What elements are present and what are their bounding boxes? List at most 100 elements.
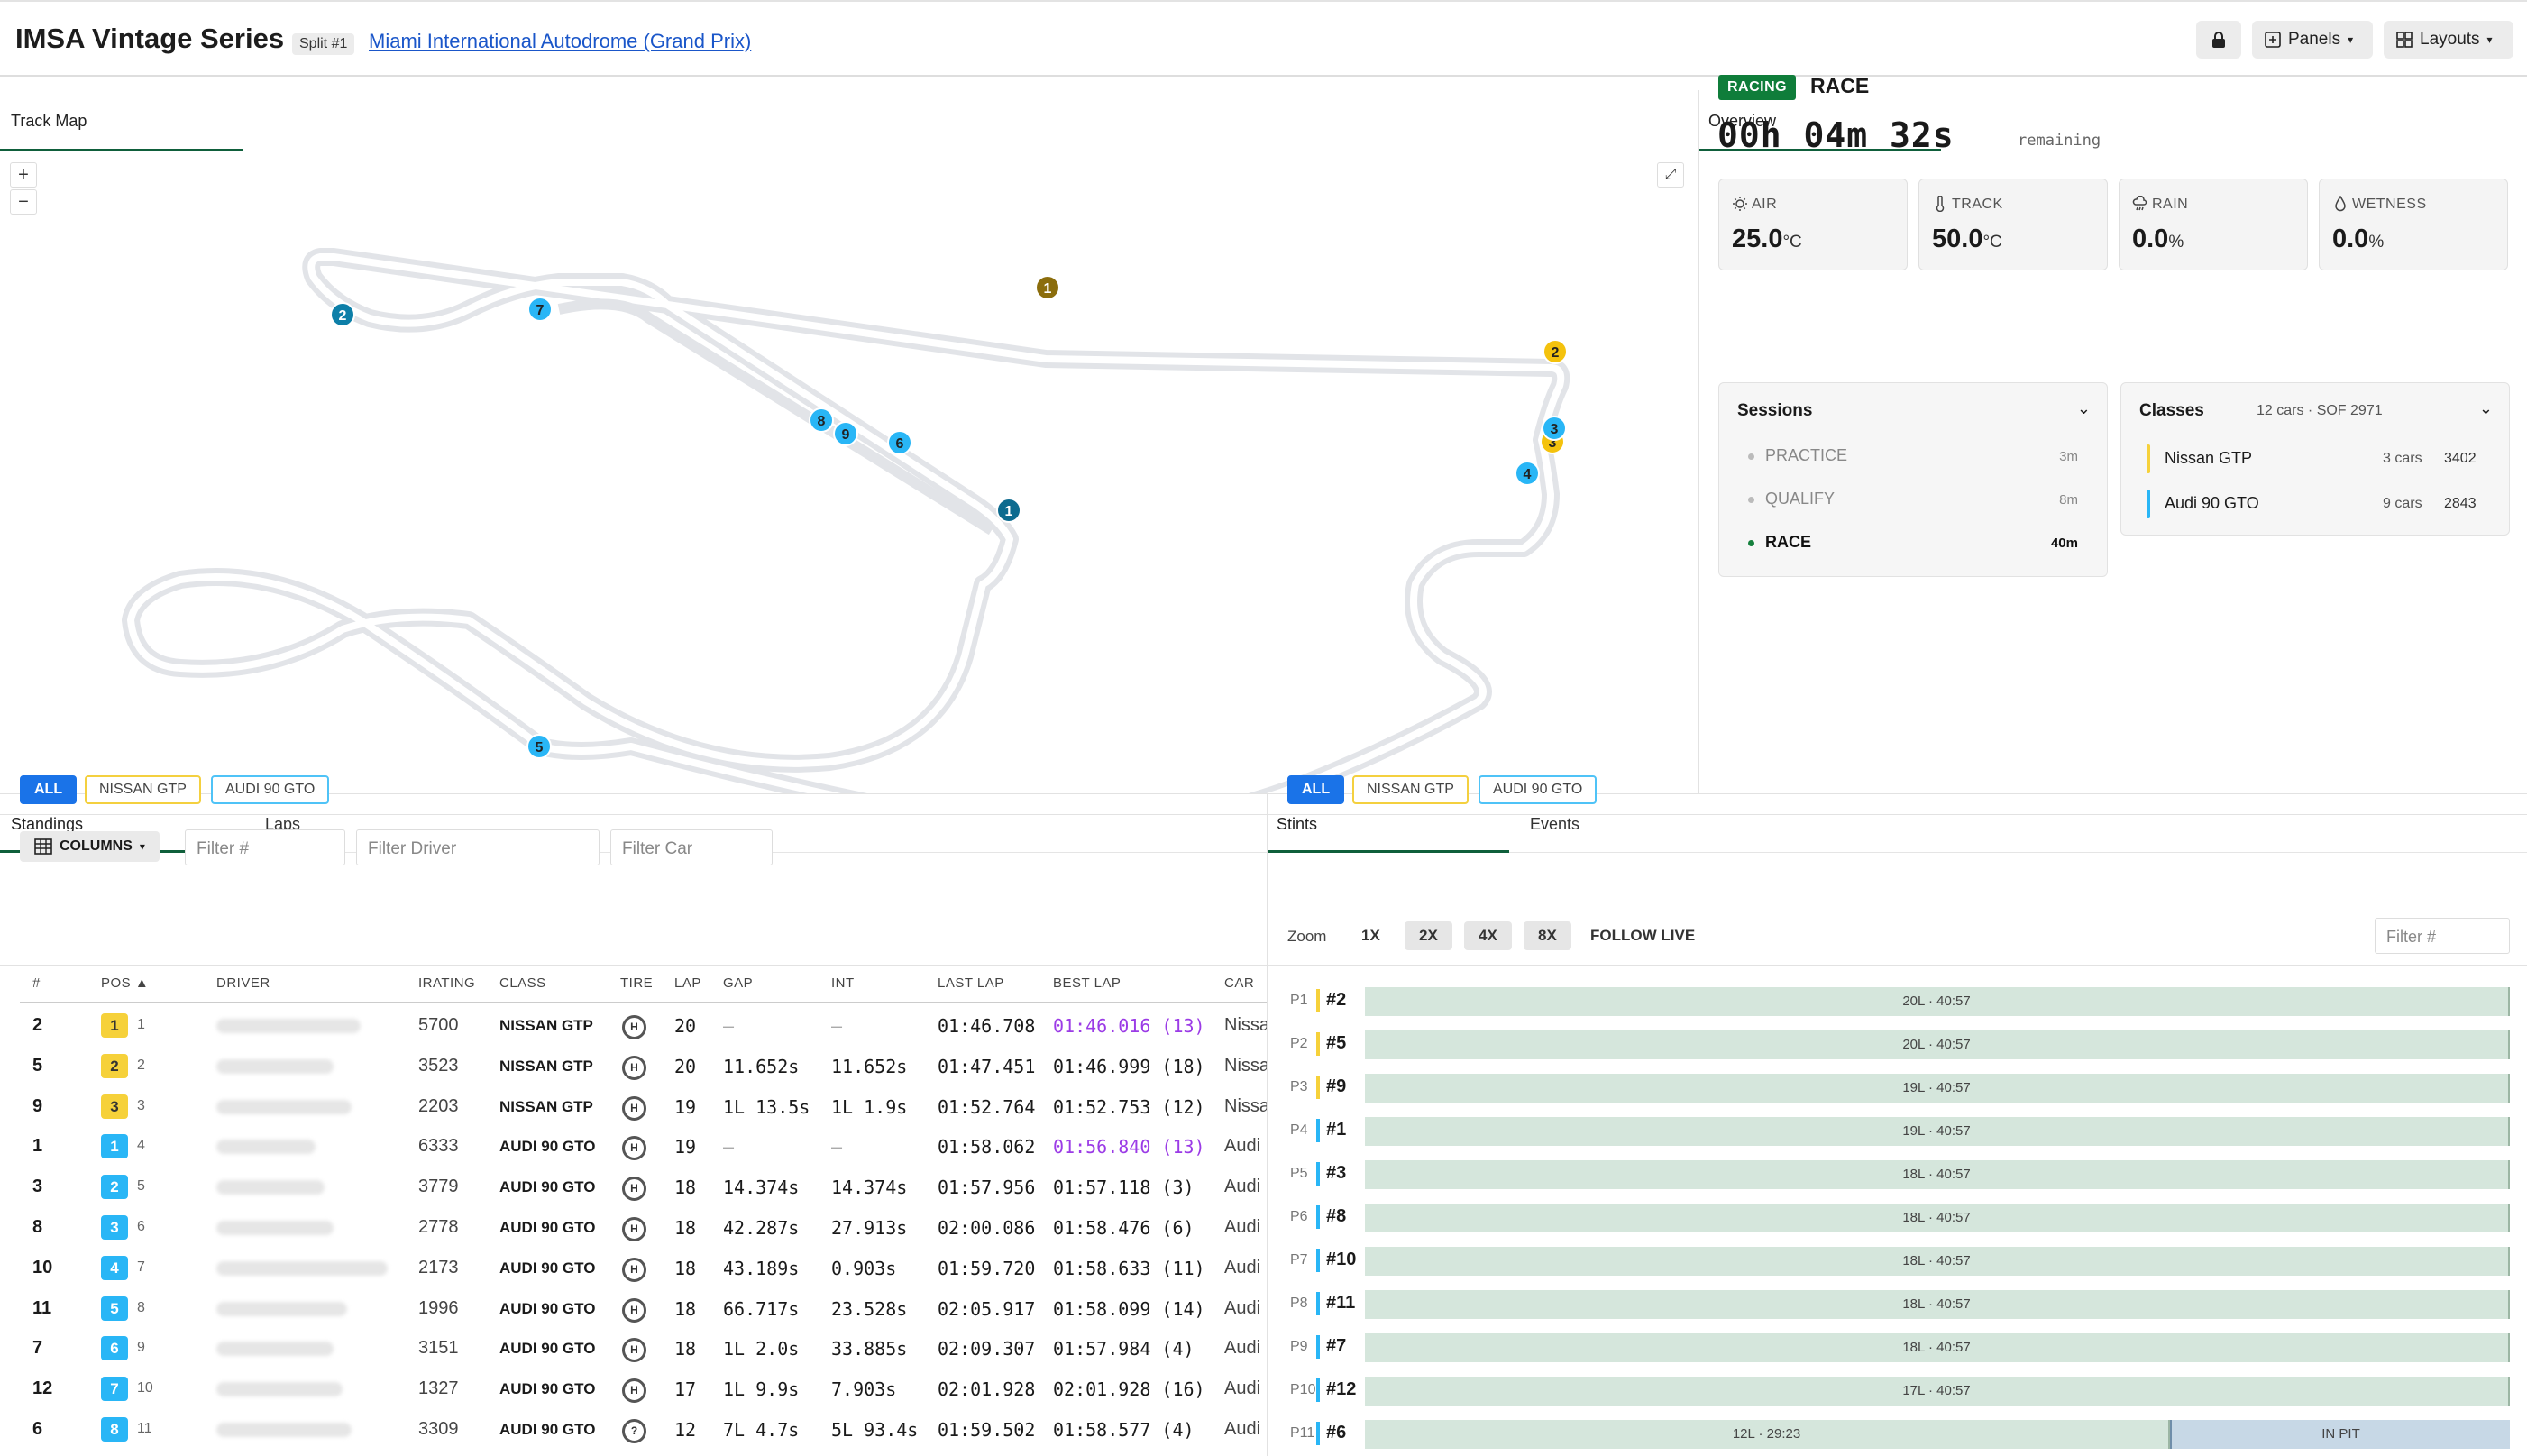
stint-segment[interactable]: 18L · 40:57 xyxy=(1365,1333,2510,1362)
lap-count: 20 xyxy=(674,1055,697,1077)
stints-filter-all[interactable]: ALL xyxy=(1287,775,1345,804)
table-row[interactable]: 3 2 5 3779 AUDI 90 GTO H 18 14.374s 14.374s 01:57… xyxy=(20,1166,1267,1206)
col-pos[interactable]: POS ▲ xyxy=(101,975,149,991)
table-row[interactable]: 2 1 1 5700 NISSAN GTP H 20 — — 01:46.708 01:46.016… xyxy=(20,1004,1267,1045)
col-car[interactable]: CAR xyxy=(1224,975,1254,991)
stint-segment[interactable]: 20L · 40:57 xyxy=(1365,1030,2510,1059)
chevron-down-icon[interactable]: ⌄ xyxy=(2077,399,2091,418)
car-marker[interactable]: 2 xyxy=(1543,339,1568,364)
divider xyxy=(1268,814,2527,815)
session-qualify[interactable]: QUALIFY xyxy=(1748,490,1835,508)
tab-stints[interactable]: Stints xyxy=(1277,815,1317,834)
stint-segment[interactable]: 19L · 40:57 xyxy=(1365,1074,2510,1103)
col-number[interactable]: # xyxy=(32,975,41,991)
stint-car-number: #6 xyxy=(1326,1423,1347,1442)
lap-count: 19 xyxy=(674,1136,697,1158)
rain-card: RAIN 0.0% xyxy=(2119,179,2308,270)
col-lap[interactable]: LAP xyxy=(674,975,701,991)
class-row-nissan[interactable]: Nissan GTP 3 cars 3402 xyxy=(2147,444,2480,473)
stint-row[interactable]: P11 #6 12L · 29:23 IN PIT xyxy=(1286,1415,2512,1451)
stint-row[interactable]: P10 #12 17L · 40:57 xyxy=(1286,1371,2512,1407)
tab-events[interactable]: Events xyxy=(1530,815,1579,834)
zoom-8x[interactable]: 8X xyxy=(1524,921,1571,950)
stint-position: P8 xyxy=(1290,1296,1308,1311)
stint-row[interactable]: P8 #11 18L · 40:57 xyxy=(1286,1285,2512,1321)
class-row-audi[interactable]: Audi 90 GTO 9 cars 2843 xyxy=(2147,490,2480,518)
tab-track-map[interactable]: Track Map xyxy=(11,112,87,131)
table-row[interactable]: 10 4 7 2173 AUDI 90 GTO H 18 43.189s 0.903s 01:59… xyxy=(20,1247,1267,1287)
car-marker[interactable]: 2 xyxy=(330,302,355,327)
follow-live-button[interactable]: FOLLOW LIVE xyxy=(1576,921,1709,950)
track-map-tabs: Track Map xyxy=(0,90,1698,151)
table-row[interactable]: 6 8 11 3309 AUDI 90 GTO? 12 7L 4.7s 5L 93.4s 01:… xyxy=(20,1408,1267,1449)
car-marker[interactable]: 1 xyxy=(1035,275,1060,300)
panels-button[interactable]: Panels ▾ xyxy=(2252,21,2373,59)
stint-row[interactable]: P4 #1 19L · 40:57 xyxy=(1286,1112,2512,1148)
zoom-4x[interactable]: 4X xyxy=(1464,921,1512,950)
table-row[interactable]: 8 3 6 2778 AUDI 90 GTO H 18 42.287s 27.913s 02:00… xyxy=(20,1206,1267,1247)
session-practice[interactable]: PRACTICE xyxy=(1748,446,1847,465)
col-tire[interactable]: TIRE xyxy=(620,975,653,991)
lock-button[interactable] xyxy=(2196,21,2241,59)
table-row[interactable]: 7 6 9 3151 AUDI 90 GTO H 18 1L 2.0s 33.885s 02:09… xyxy=(20,1327,1267,1368)
car-marker[interactable]: 8 xyxy=(809,407,834,433)
columns-button[interactable]: COLUMNS ▾ xyxy=(20,831,160,862)
filter-number-input[interactable]: Filter # xyxy=(185,829,345,865)
driver-name-redacted xyxy=(216,1180,325,1195)
stint-row[interactable]: P2 #5 20L · 40:57 xyxy=(1286,1025,2512,1061)
stints-filter-audi-gto[interactable]: AUDI 90 GTO xyxy=(1479,775,1598,804)
stint-segment[interactable]: 12L · 29:23 xyxy=(1365,1420,2170,1449)
car-marker[interactable]: 5 xyxy=(526,734,552,759)
stint-row[interactable]: P7 #10 18L · 40:57 xyxy=(1286,1241,2512,1277)
col-last-lap[interactable]: LAST LAP xyxy=(938,975,1004,991)
stint-segment[interactable]: 17L · 40:57 xyxy=(1365,1377,2510,1406)
stint-segment[interactable]: 20L · 40:57 xyxy=(1365,987,2510,1016)
driver-name-redacted xyxy=(216,1058,334,1074)
stint-car-number: #2 xyxy=(1326,990,1347,1010)
car-marker[interactable]: 6 xyxy=(887,430,912,455)
car-marker[interactable]: 9 xyxy=(833,421,858,446)
stint-row[interactable]: P9 #7 18L · 40:57 xyxy=(1286,1328,2512,1364)
chevron-down-icon[interactable]: ⌄ xyxy=(2479,399,2493,418)
car-marker[interactable]: 3 xyxy=(1542,416,1567,441)
stint-row[interactable]: P3 #9 19L · 40:57 xyxy=(1286,1068,2512,1104)
table-row[interactable]: 12 7 10 1327 AUDI 90 GTO H 17 1L 9.9s 7.903s 02:0… xyxy=(20,1368,1267,1408)
col-irating[interactable]: IRATING xyxy=(418,975,475,991)
filter-audi-gto[interactable]: AUDI 90 GTO xyxy=(211,775,330,804)
filter-car-input[interactable]: Filter Car xyxy=(610,829,773,865)
filter-all[interactable]: ALL xyxy=(20,775,78,804)
stints-filter-input[interactable]: Filter # xyxy=(2375,918,2510,954)
col-best-lap[interactable]: BEST LAP xyxy=(1053,975,1121,991)
zoom-2x[interactable]: 2X xyxy=(1405,921,1452,950)
filter-driver-input[interactable]: Filter Driver xyxy=(356,829,600,865)
class-cars: 9 cars xyxy=(2383,496,2422,511)
stint-segment[interactable]: 18L · 40:57 xyxy=(1365,1247,2510,1276)
table-row[interactable]: 1 1 4 6333 AUDI 90 GTO H 19— —01:58.062 01:56.84… xyxy=(20,1125,1267,1166)
car-marker[interactable]: 7 xyxy=(527,297,553,322)
layouts-button[interactable]: Layouts ▾ xyxy=(2384,21,2513,59)
session-race[interactable]: RACE xyxy=(1748,533,1811,552)
filter-nissan-gtp[interactable]: NISSAN GTP xyxy=(85,775,201,804)
stint-segment[interactable]: 18L · 40:57 xyxy=(1365,1290,2510,1319)
stint-row[interactable]: P1 #2 20L · 40:57 xyxy=(1286,982,2512,1018)
pit-segment[interactable]: IN PIT xyxy=(2170,1420,2510,1449)
class-color-mark xyxy=(1316,989,1320,1012)
col-driver[interactable]: DRIVER xyxy=(216,975,270,991)
stints-filter-nissan-gtp[interactable]: NISSAN GTP xyxy=(1352,775,1469,804)
table-row[interactable]: 11 5 8 1996 AUDI 90 GTO H 18 66.717s 23.528s 02:0… xyxy=(20,1287,1267,1328)
track-link[interactable]: Miami International Autodrome (Grand Pri… xyxy=(369,30,751,53)
table-row[interactable]: 5 2 2 3523 NISSAN GTP H 20 11.652s 11.652s 01:47.… xyxy=(20,1045,1267,1085)
stint-segment[interactable]: 19L · 40:57 xyxy=(1365,1117,2510,1146)
col-gap[interactable]: GAP xyxy=(723,975,753,991)
stint-segment[interactable]: 18L · 40:57 xyxy=(1365,1160,2510,1189)
car-marker[interactable]: 1 xyxy=(996,498,1021,523)
car-marker[interactable]: 4 xyxy=(1515,461,1540,486)
col-int[interactable]: INT xyxy=(831,975,855,991)
last-lap: 02:01.928 xyxy=(938,1378,1036,1401)
col-class[interactable]: CLASS xyxy=(499,975,546,991)
stint-segment[interactable]: 18L · 40:57 xyxy=(1365,1204,2510,1232)
stint-row[interactable]: P6 #8 18L · 40:57 xyxy=(1286,1198,2512,1234)
zoom-1x[interactable]: 1X xyxy=(1347,921,1395,950)
table-row[interactable]: 9 3 3 2203 NISSAN GTP H 19 1L 13.5s 1L 1.9s 01:52… xyxy=(20,1085,1267,1126)
stint-row[interactable]: P5 #3 18L · 40:57 xyxy=(1286,1155,2512,1191)
